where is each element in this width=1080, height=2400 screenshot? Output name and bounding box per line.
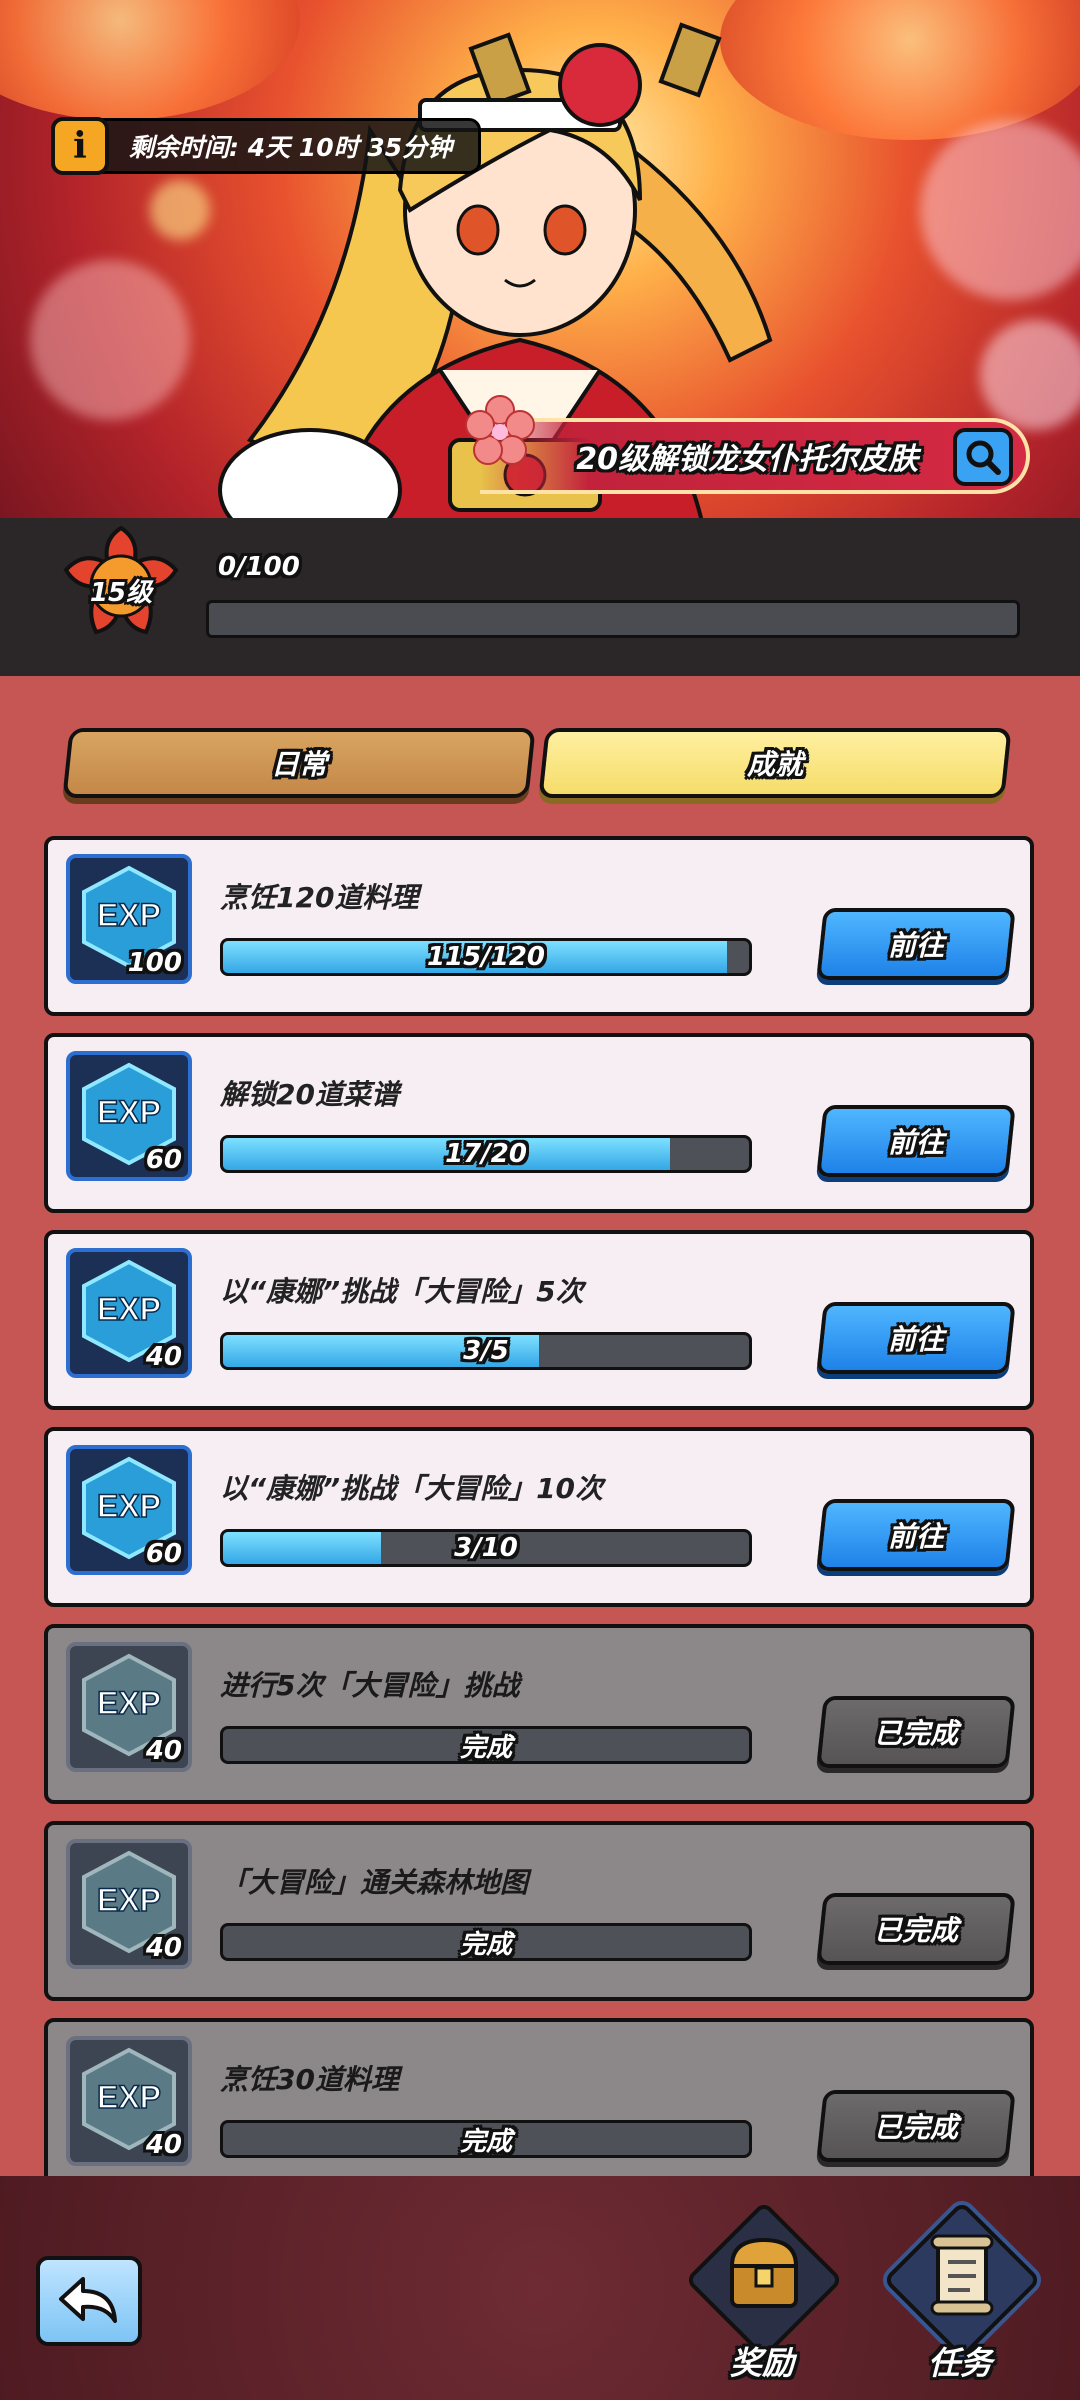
nav-rewards-label: 奖励 bbox=[729, 2344, 794, 2382]
task-card: EXP 40 以“康娜”挑战「大冒险」5次 3/5 前往 bbox=[44, 1230, 1034, 1410]
exp-reward-icon: EXP 60 bbox=[66, 1445, 192, 1575]
nav-tasks-label: 任务 bbox=[927, 2344, 992, 2382]
task-progress-bar: 完成 bbox=[220, 1923, 752, 1961]
task-progress-bar: 115/120 bbox=[220, 938, 752, 976]
go-button[interactable]: 前往 bbox=[816, 1302, 1016, 1374]
nav-tab-tasks[interactable]: 任务 bbox=[880, 2200, 1042, 2384]
task-progress-text: 3/10 bbox=[454, 1533, 518, 1563]
task-progress-text: 完成 bbox=[459, 2126, 512, 2157]
bokeh-decoration bbox=[150, 180, 210, 240]
exp-label: EXP bbox=[97, 1094, 161, 1130]
task-button-label: 前往 bbox=[887, 929, 944, 962]
skin-unlock-banner: 20级解锁龙女仆托尔皮肤 bbox=[480, 418, 1030, 494]
task-list[interactable]: EXP 100 烹饪120道料理 115/120 前往 EXP 60 解锁20道… bbox=[0, 836, 1080, 2176]
task-button-label: 前往 bbox=[887, 1520, 944, 1553]
task-card: EXP 100 烹饪120道料理 115/120 前往 bbox=[44, 836, 1034, 1016]
task-title: 进行5次「大冒险」挑战 bbox=[220, 1669, 520, 1702]
completed-button: 已完成 bbox=[816, 2090, 1016, 2162]
task-card: EXP 40 「大冒险」通关森林地图 完成 已完成 bbox=[44, 1821, 1034, 2001]
task-card: EXP 60 以“康娜”挑战「大冒险」10次 3/10 前往 bbox=[44, 1427, 1034, 1607]
level-label: 15级 bbox=[89, 578, 153, 608]
exp-amount: 100 bbox=[127, 948, 182, 978]
task-progress-bar: 17/20 bbox=[220, 1135, 752, 1173]
skin-preview-button[interactable] bbox=[953, 428, 1013, 486]
exp-reward-icon: EXP 40 bbox=[66, 2036, 192, 2166]
timer-text: 剩余时间: 4天 10时 35分钟 bbox=[129, 133, 453, 162]
exp-amount: 40 bbox=[145, 1933, 182, 1963]
task-title: 以“康娜”挑战「大冒险」10次 bbox=[220, 1472, 604, 1505]
exp-reward-icon: EXP 60 bbox=[66, 1051, 192, 1181]
task-button-label: 已完成 bbox=[873, 1717, 958, 1750]
event-timer: i 剩余时间: 4天 10时 35分钟 bbox=[51, 117, 482, 175]
go-button[interactable]: 前往 bbox=[816, 908, 1016, 980]
xp-text: 0/100 bbox=[218, 552, 300, 582]
task-progress-bar: 完成 bbox=[220, 2120, 752, 2158]
tab-daily[interactable]: 日常 bbox=[62, 728, 536, 798]
skin-unlock-text: 20级解锁龙女仆托尔皮肤 bbox=[576, 442, 918, 477]
task-progress-bar: 3/10 bbox=[220, 1529, 752, 1567]
search-icon bbox=[966, 440, 1001, 475]
task-button-label: 前往 bbox=[887, 1323, 944, 1356]
task-progress-text: 完成 bbox=[459, 1732, 512, 1763]
exp-label: EXP bbox=[97, 2079, 161, 2115]
exp-label: EXP bbox=[97, 1488, 161, 1524]
task-progress-text: 完成 bbox=[459, 1929, 512, 1960]
go-button[interactable]: 前往 bbox=[816, 1105, 1016, 1177]
tab-achievements-label: 成就 bbox=[746, 748, 803, 781]
exp-amount: 40 bbox=[145, 1342, 182, 1372]
exp-label: EXP bbox=[97, 1882, 161, 1918]
exp-reward-icon: EXP 40 bbox=[66, 1839, 192, 1969]
back-button[interactable] bbox=[36, 2256, 142, 2346]
exp-amount: 40 bbox=[145, 1736, 182, 1766]
task-title: 「大冒险」通关森林地图 bbox=[220, 1866, 529, 1899]
exp-reward-icon: EXP 40 bbox=[66, 1642, 192, 1772]
task-progress-bar: 3/5 bbox=[220, 1332, 752, 1370]
xp-progress-bar bbox=[206, 600, 1020, 638]
go-button[interactable]: 前往 bbox=[816, 1499, 1016, 1571]
task-button-label: 前往 bbox=[887, 1126, 944, 1159]
bokeh-decoration bbox=[980, 320, 1080, 430]
exp-amount: 60 bbox=[145, 1539, 182, 1569]
treasure-chest-icon bbox=[729, 2237, 799, 2308]
task-title: 解锁20道菜谱 bbox=[220, 1078, 399, 1111]
exp-amount: 60 bbox=[145, 1145, 182, 1175]
sakura-icon bbox=[465, 395, 535, 465]
task-title: 烹饪120道料理 bbox=[220, 881, 419, 914]
back-arrow-icon bbox=[59, 2277, 117, 2323]
exp-label: EXP bbox=[97, 897, 161, 933]
nav-tab-rewards[interactable]: 奖励 bbox=[682, 2200, 844, 2384]
task-card: EXP 40 进行5次「大冒险」挑战 完成 已完成 bbox=[44, 1624, 1034, 1804]
task-title: 以“康娜”挑战「大冒险」5次 bbox=[220, 1275, 584, 1308]
exp-label: EXP bbox=[97, 1685, 161, 1721]
bokeh-decoration bbox=[920, 120, 1080, 300]
bokeh-decoration bbox=[30, 260, 190, 420]
hero-banner: i 剩余时间: 4天 10时 35分钟 20级解锁龙女仆托尔皮肤 bbox=[0, 0, 1080, 520]
completed-button: 已完成 bbox=[816, 1893, 1016, 1965]
task-card: EXP 40 烹饪30道料理 完成 已完成 bbox=[44, 2018, 1034, 2176]
tab-achievements[interactable]: 成就 bbox=[538, 728, 1012, 798]
task-title: 烹饪30道料理 bbox=[220, 2063, 399, 2096]
task-progress-text: 17/20 bbox=[445, 1139, 527, 1169]
scroll-icon bbox=[930, 2234, 994, 2316]
tab-daily-label: 日常 bbox=[270, 748, 327, 781]
task-button-label: 已完成 bbox=[873, 2111, 958, 2144]
task-progress-text: 3/5 bbox=[463, 1336, 509, 1366]
exp-reward-icon: EXP 40 bbox=[66, 1248, 192, 1378]
completed-button: 已完成 bbox=[816, 1696, 1016, 1768]
info-icon[interactable]: i bbox=[51, 117, 109, 175]
exp-label: EXP bbox=[97, 1291, 161, 1327]
task-card: EXP 60 解锁20道菜谱 17/20 前往 bbox=[44, 1033, 1034, 1213]
task-progress-text: 115/120 bbox=[426, 942, 546, 972]
exp-reward-icon: EXP 100 bbox=[66, 854, 192, 984]
task-button-label: 已完成 bbox=[873, 1914, 958, 1947]
exp-amount: 40 bbox=[145, 2130, 182, 2160]
task-progress-bar: 完成 bbox=[220, 1726, 752, 1764]
